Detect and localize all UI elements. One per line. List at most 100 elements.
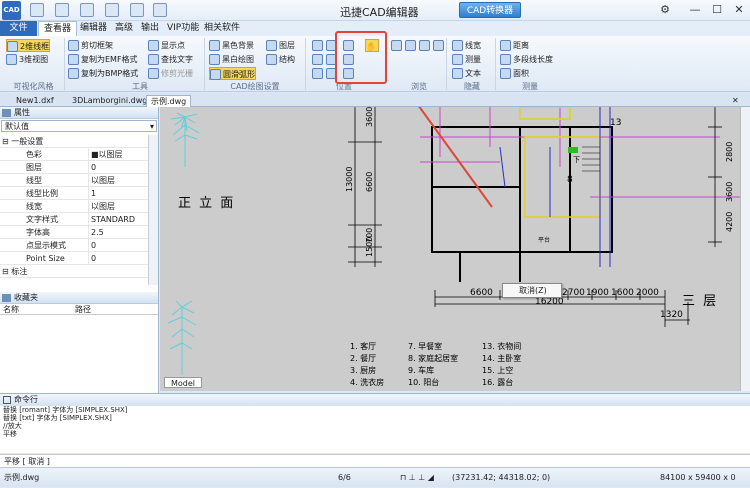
properties-scrollbar[interactable] <box>148 135 158 285</box>
menu-viewer[interactable]: 查看器 <box>38 21 78 36</box>
refresh-icon[interactable] <box>419 39 430 52</box>
context-menu-cancel[interactable]: 取消(Z) <box>502 283 562 298</box>
open-icon[interactable] <box>30 3 44 17</box>
property-value[interactable]: 1 <box>88 187 148 199</box>
app-icon[interactable]: CAD <box>2 1 21 20</box>
copy-bmp-button[interactable]: 复制为BMP格式 <box>68 67 138 80</box>
property-row[interactable]: 线型 以图层 <box>0 174 148 187</box>
window-title: 迅捷CAD编辑器 <box>340 6 419 19</box>
column-name[interactable]: 名称 <box>0 304 72 314</box>
back-arrow-icon[interactable] <box>391 39 402 52</box>
menu-output[interactable]: 输出 <box>136 21 164 36</box>
properties-icon <box>2 109 11 117</box>
undo-icon[interactable] <box>130 3 144 17</box>
show-points-button[interactable]: 显示点 <box>148 39 185 52</box>
highlight-box <box>335 31 387 84</box>
black-white-button[interactable]: 黑白绘图 <box>209 53 254 66</box>
area-button[interactable]: 面积 <box>500 67 529 80</box>
property-key: 字体高 <box>26 228 50 237</box>
title-bar: CAD 迅捷CAD编辑器 CAD转换器 ⚙ — ☐ ✕ <box>0 0 750 21</box>
smooth-arc-button[interactable]: 圆滑弧形 <box>209 67 256 80</box>
save-icon[interactable] <box>55 3 69 17</box>
redo-icon[interactable] <box>153 3 167 17</box>
browse-icon[interactable] <box>433 39 444 52</box>
property-value[interactable]: 以图层 <box>88 174 148 186</box>
property-row[interactable]: 线型比例 1 <box>0 187 148 200</box>
zoom-extents-icon[interactable] <box>312 53 323 66</box>
property-row[interactable]: 点显示模式 0 <box>0 239 148 252</box>
group-label-cad-settings: CAD绘图设置 <box>230 82 280 91</box>
tab-example[interactable]: 示例.dwg <box>146 95 192 107</box>
tab-lamborgini[interactable]: 3DLamborgini.dwg <box>68 95 151 107</box>
column-path[interactable]: 路径 <box>72 304 91 314</box>
wireframe-2d-button[interactable]: 2维线框 <box>6 39 51 52</box>
close-button[interactable]: ✕ <box>730 2 748 18</box>
canvas-vertical-scrollbar[interactable] <box>740 107 750 391</box>
tab-new1[interactable]: New1.dxf <box>12 95 58 107</box>
menu-advanced[interactable]: 高级 <box>110 21 138 36</box>
property-row[interactable]: 文字样式 STANDARD <box>0 213 148 226</box>
property-value[interactable]: STANDARD <box>88 213 148 225</box>
label-third-floor: 三 层 <box>682 294 718 309</box>
property-value[interactable]: 2.5 <box>88 226 148 238</box>
copy-emf-button[interactable]: 复制为EMF格式 <box>68 53 138 66</box>
drawing-canvas[interactable]: 正 立 面 三 层 3600 13000 6600 1500 700 13 8 … <box>160 107 740 391</box>
property-key: 线型比例 <box>26 189 58 198</box>
group-label-hide: 隐藏 <box>464 82 480 91</box>
distance-button[interactable]: 距离 <box>500 39 529 52</box>
polyline-length-button[interactable]: 多段线长度 <box>500 53 553 66</box>
status-coordinates: (37231.42; 44318.02; 0) <box>452 473 551 482</box>
magenta-lines <box>420 107 740 198</box>
menu-file[interactable]: 文件 <box>0 21 37 36</box>
legend-item: 7. 早餐室 <box>408 341 442 351</box>
new-icon[interactable] <box>105 3 119 17</box>
forward-arrow-icon[interactable] <box>405 39 416 52</box>
property-value[interactable]: ■以图层 <box>88 148 148 160</box>
property-key: ⊟ 标注 <box>2 267 28 276</box>
property-section[interactable]: ⊟ 标注 <box>0 265 148 278</box>
view-3d-button[interactable]: 3维视图 <box>6 53 48 66</box>
property-value[interactable]: 以图层 <box>88 200 148 212</box>
property-section[interactable]: ⊟ 一般设置 <box>0 135 148 148</box>
measure-button[interactable]: 测量 <box>452 53 481 66</box>
property-value[interactable]: 0 <box>88 239 148 251</box>
tab-model[interactable]: Model <box>164 377 203 388</box>
property-row[interactable]: Point Size 0 <box>0 252 148 265</box>
snap-icons[interactable]: ⊓ ⊥ ⊥ ◢ <box>400 468 434 488</box>
clip-frame-button[interactable]: 剪切框架 <box>68 39 113 52</box>
text-button[interactable]: 文本 <box>452 67 481 80</box>
right-dimension-lines <box>708 107 722 247</box>
maximize-button[interactable]: ☐ <box>708 2 726 18</box>
menu-vip[interactable]: VIP功能 <box>162 21 204 36</box>
dim-3600-right: 3600 <box>725 182 734 202</box>
find-text-button[interactable]: 查找文字 <box>148 53 193 66</box>
rotate-icon[interactable] <box>312 67 323 80</box>
structure-button[interactable]: 结构 <box>266 53 295 66</box>
property-value[interactable]: 0 <box>88 252 148 264</box>
command-input[interactable]: 平移 [ 取消 ] <box>0 454 750 467</box>
cad-converter-button[interactable]: CAD转换器 <box>459 2 521 18</box>
property-key: 色彩 <box>26 150 42 159</box>
command-panel: 命令行 替换 [romant] 字体为 [SIMPLEX.SHX] 替换 [tx… <box>0 393 750 453</box>
property-value[interactable]: 0 <box>88 161 148 173</box>
property-row[interactable]: 字体高 2.5 <box>0 226 148 239</box>
menu-editor[interactable]: 编辑器 <box>75 21 112 36</box>
fit-icon[interactable] <box>312 39 323 52</box>
trim-raster-button[interactable]: 修剪光栅 <box>148 67 193 80</box>
palm-tree-top <box>170 112 200 167</box>
help-icon[interactable]: ⚙ <box>656 2 674 18</box>
property-row[interactable]: 色彩 ■以图层 <box>0 148 148 161</box>
print-icon[interactable] <box>80 3 94 17</box>
property-row[interactable]: 线宽 以图层 <box>0 200 148 213</box>
tabs-close-icon[interactable]: ✕ <box>732 95 739 107</box>
room-legend: 1. 客厅 7. 早餐室 13. 衣物间 2. 餐厅 8. 家庭起居室 14. … <box>350 341 521 387</box>
document-tabs: New1.dxf 3DLamborgini.dwg 示例.dwg ✕ <box>0 93 750 107</box>
property-row[interactable]: 图层 0 <box>0 161 148 174</box>
line-width-button[interactable]: 线宽 <box>452 39 481 52</box>
black-background-button[interactable]: 黑色背景 <box>209 39 254 52</box>
layers-button[interactable]: 图层 <box>266 39 295 52</box>
legend-item: 13. 衣物间 <box>482 341 521 351</box>
minimize-button[interactable]: — <box>686 2 704 18</box>
properties-dropdown[interactable]: 默认值 ▾ <box>1 120 157 132</box>
menu-related[interactable]: 相关软件 <box>199 21 245 36</box>
